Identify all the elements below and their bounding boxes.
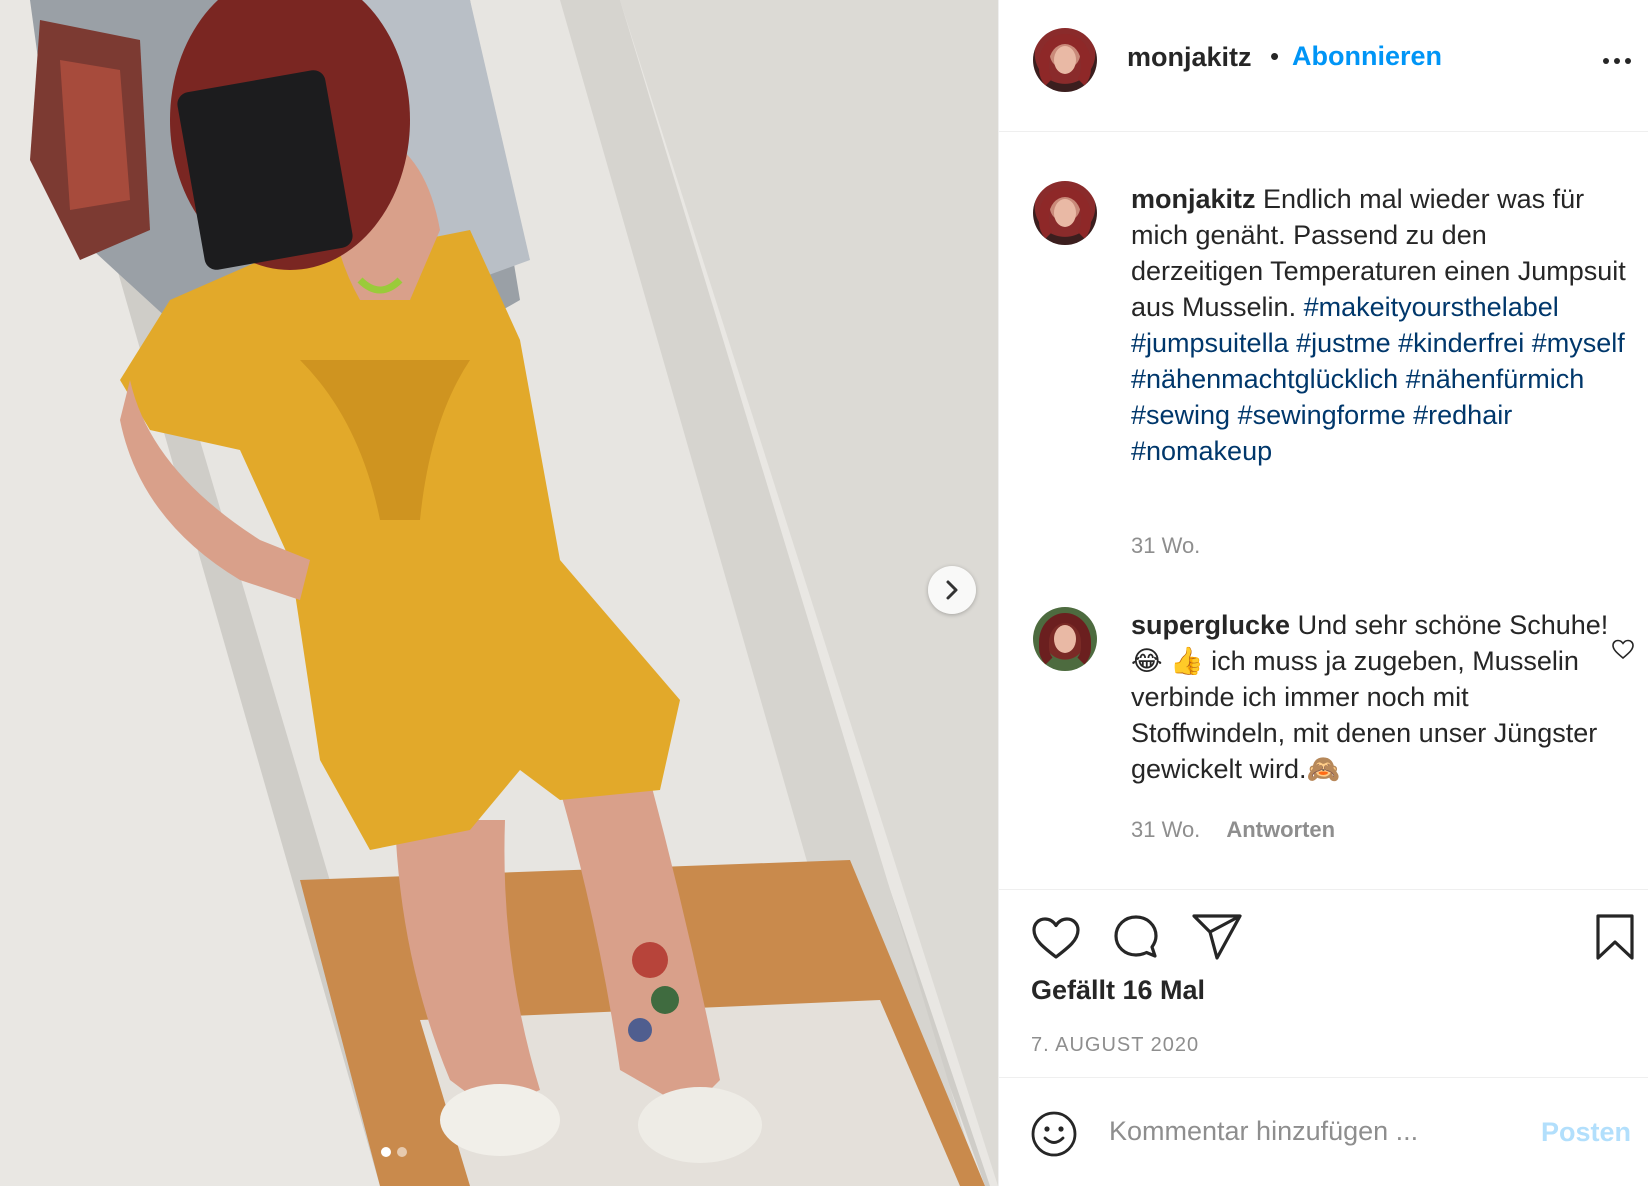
mirror-selfie-image <box>0 0 998 1186</box>
comment-input[interactable] <box>1109 1106 1509 1156</box>
post-comment-button[interactable]: Posten <box>1541 1117 1631 1148</box>
reply-button[interactable]: Antworten <box>1226 817 1335 843</box>
follow-button[interactable]: Abonnieren <box>1292 41 1442 72</box>
carousel-dot-active <box>381 1147 391 1157</box>
paper-plane-icon[interactable] <box>1191 912 1243 962</box>
post-header: monjakitz • Abonnieren <box>999 0 1648 132</box>
caption-meta: 31 Wo. <box>1131 533 1200 559</box>
author-username[interactable]: monjakitz <box>1127 42 1252 73</box>
commenter-avatar[interactable] <box>1033 607 1097 671</box>
bookmark-icon[interactable] <box>1593 912 1637 962</box>
post-photo[interactable] <box>0 0 998 1186</box>
post-date[interactable]: 7. AUGUST 2020 <box>1031 1034 1199 1057</box>
likes-count[interactable]: Gefällt 16 Mal <box>1031 975 1205 1006</box>
caption-author[interactable]: monjakitz <box>1131 184 1256 214</box>
next-slide-button[interactable] <box>928 566 976 614</box>
comment-author[interactable]: superglucke <box>1131 610 1290 640</box>
carousel-dot <box>397 1147 407 1157</box>
author-avatar[interactable] <box>1033 28 1097 92</box>
post-side-panel: monjakitz • Abonnieren monjakitz Endlich… <box>998 0 1648 1186</box>
comment-bubble-icon[interactable] <box>1111 912 1161 962</box>
carousel-indicator <box>381 1147 407 1157</box>
heart-icon[interactable] <box>1031 915 1081 961</box>
comment-text-block: superglucke Und sehr schöne Schuhe!😂 👍 i… <box>1131 607 1626 787</box>
caption-text-block: monjakitz Endlich mal wieder was für mic… <box>1131 181 1626 469</box>
more-options-icon[interactable] <box>1603 58 1633 66</box>
add-comment-bar: Posten <box>999 1077 1648 1186</box>
post-actions: Gefällt 16 Mal 7. AUGUST 2020 <box>999 889 1648 1077</box>
follow-separator: • <box>1270 41 1280 71</box>
comments-list[interactable]: monjakitz Endlich mal wieder was für mic… <box>999 133 1648 888</box>
caption-author-avatar[interactable] <box>1033 181 1097 245</box>
comment-meta: 31 Wo. Antworten <box>1131 817 1335 843</box>
comment-like-icon[interactable] <box>1611 637 1635 661</box>
comment-time[interactable]: 31 Wo. <box>1131 817 1200 843</box>
caption-time[interactable]: 31 Wo. <box>1131 533 1200 559</box>
emoji-icon[interactable] <box>1031 1111 1077 1157</box>
chevron-right-icon <box>946 580 958 600</box>
